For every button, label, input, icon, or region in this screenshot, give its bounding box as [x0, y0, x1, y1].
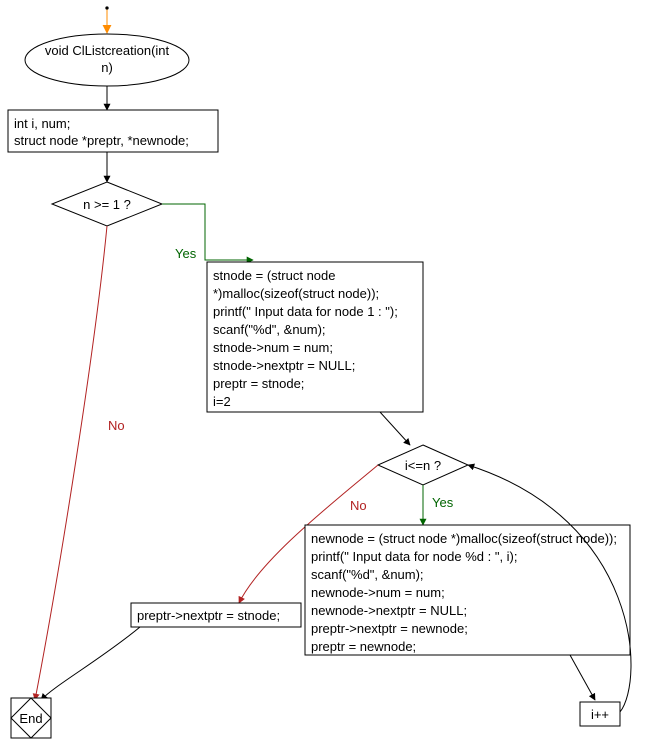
incr-node: i++: [580, 702, 620, 726]
block1-node: stnode = (struct node *)malloc(sizeof(st…: [207, 262, 423, 412]
b2l5: newnode->nextptr = NULL;: [311, 603, 467, 618]
cond2-node: i<=n ?: [378, 445, 468, 485]
decl-node: int i, num; struct node *preptr, *newnod…: [8, 110, 218, 152]
b1l4: scanf("%d", &num);: [213, 322, 326, 337]
decl-line2: struct node *preptr, *newnode;: [14, 133, 189, 148]
b2l3: scanf("%d", &num);: [311, 567, 424, 582]
cond1-node: n >= 1 ?: [52, 182, 162, 226]
b1l8: i=2: [213, 394, 231, 409]
b2l1: newnode = (struct node *)malloc(sizeof(s…: [311, 531, 617, 546]
edge-block2-incr: [570, 655, 595, 700]
incr-text: i++: [591, 707, 609, 722]
end-node: End: [11, 698, 51, 738]
end-text: End: [19, 711, 42, 726]
block3-node: preptr->nextptr = stnode;: [131, 603, 301, 627]
b1l1: stnode = (struct node: [213, 268, 336, 283]
b2l2: printf(" Input data for node %d : ", i);: [311, 549, 518, 564]
b2l4: newnode->num = num;: [311, 585, 445, 600]
cond1-no-label: No: [108, 418, 125, 433]
decl-line1: int i, num;: [14, 116, 70, 131]
start-text-line1: void ClListcreation(int: [45, 43, 170, 58]
b1l3: printf(" Input data for node 1 : ");: [213, 304, 398, 319]
cond2-no-label: No: [350, 498, 367, 513]
edge-cond1-no: [35, 226, 107, 700]
start-node: void ClListcreation(int n): [25, 34, 189, 86]
cond1-text: n >= 1 ?: [83, 197, 131, 212]
b1l2: *)malloc(sizeof(struct node));: [213, 286, 379, 301]
b2l7: preptr = newnode;: [311, 639, 416, 654]
edge-block1-cond2: [380, 412, 410, 445]
cond2-text: i<=n ?: [405, 458, 441, 473]
cond1-yes-label: Yes: [175, 246, 197, 261]
flowchart-diagram: void ClListcreation(int n) int i, num; s…: [0, 0, 646, 753]
cond2-yes-label: Yes: [432, 495, 454, 510]
b1l5: stnode->num = num;: [213, 340, 333, 355]
block3-text: preptr->nextptr = stnode;: [137, 608, 280, 623]
b1l7: preptr = stnode;: [213, 376, 304, 391]
b2l6: preptr->nextptr = newnode;: [311, 621, 468, 636]
edge-block3-end: [41, 627, 140, 700]
b1l6: stnode->nextptr = NULL;: [213, 358, 355, 373]
start-text-line2: n): [101, 60, 113, 75]
block2-node: newnode = (struct node *)malloc(sizeof(s…: [305, 525, 630, 655]
